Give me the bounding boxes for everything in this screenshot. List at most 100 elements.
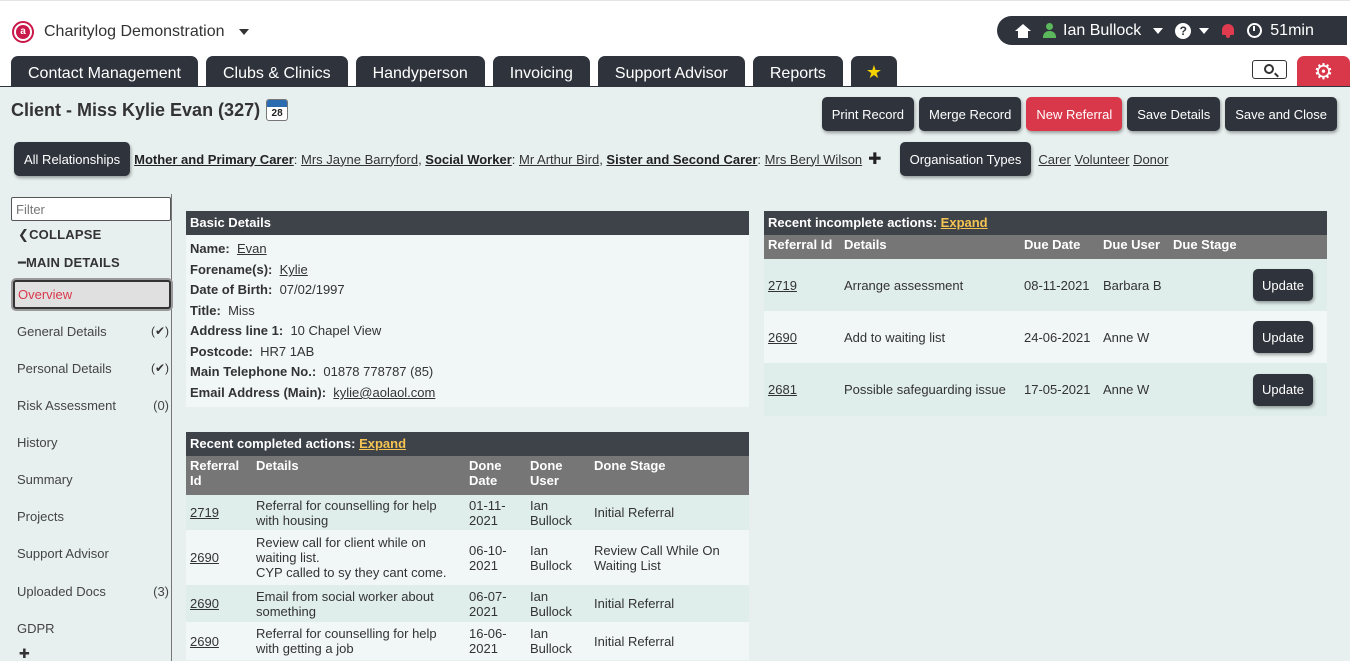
- check-icon: (✔): [150, 361, 169, 375]
- sidebar-item-support-advisor[interactable]: Support Advisor: [17, 546, 169, 561]
- column-header: Due Stage: [1169, 235, 1249, 259]
- clock-icon: [1247, 23, 1263, 38]
- referral-link[interactable]: 2690: [190, 634, 219, 649]
- email-link[interactable]: kylie@aolaol.com: [333, 385, 435, 400]
- expand-incomplete-link[interactable]: Expand: [941, 215, 988, 230]
- org-switcher[interactable]: a Charitylog Demonstration: [12, 21, 249, 43]
- org-type-link[interactable]: Volunteer: [1075, 152, 1130, 167]
- tab-reports[interactable]: Reports: [752, 56, 843, 87]
- detail-row: Postcode: HR7 1AB: [190, 344, 315, 359]
- print-record-button[interactable]: Print Record: [821, 97, 914, 131]
- search-button[interactable]: [1252, 60, 1287, 79]
- relationship-label[interactable]: Social Worker: [425, 152, 511, 167]
- sidebar-item-gdpr[interactable]: GDPR: [17, 621, 169, 636]
- table-row: 2681 Possible safeguarding issue 17-05-2…: [764, 363, 1327, 416]
- search-icon: [1264, 64, 1274, 74]
- detail-row: Forename(s): Kylie: [190, 262, 308, 277]
- org-type-link[interactable]: Carer: [1038, 152, 1071, 167]
- tab-invoicing[interactable]: Invoicing: [492, 56, 590, 87]
- settings-button[interactable]: ⚙: [1297, 56, 1350, 87]
- column-header: Done Stage: [590, 456, 749, 495]
- relationship-item: Sister and Second Carer: Mrs Beryl Wilso…: [606, 151, 863, 167]
- org-name: Charitylog Demonstration: [44, 23, 225, 40]
- collapse-toggle[interactable]: ❮COLLAPSE: [18, 227, 101, 243]
- bell-icon[interactable]: [1221, 23, 1235, 39]
- user-toolbar: Ian Bullock ? 51min: [997, 16, 1347, 45]
- table-header-row: Referral Id Details Due Date Due User Du…: [764, 235, 1327, 259]
- update-button[interactable]: Update: [1253, 269, 1313, 301]
- sidebar-item-summary[interactable]: Summary: [17, 472, 169, 487]
- detail-row: Date of Birth: 07/02/1997: [190, 282, 345, 297]
- sidebar-item-risk-assessment[interactable]: Risk Assessment (0): [17, 398, 169, 413]
- incomplete-actions-header: Recent incomplete actions: Expand: [764, 211, 1327, 235]
- chevron-down-icon: [1199, 27, 1210, 34]
- main-content: Client - Miss Kylie Evan (327) 28 Print …: [0, 86, 1350, 661]
- basic-details-panel: Name: Evan Forename(s): Kylie Date of Bi…: [186, 235, 749, 407]
- charitylog-logo-icon: a: [12, 21, 34, 43]
- table-row: 2690 Email from social worker about some…: [186, 585, 749, 622]
- sidebar-item-personal-details[interactable]: Personal Details (✔): [17, 361, 169, 376]
- referral-link[interactable]: 2681: [768, 382, 797, 397]
- update-button[interactable]: Update: [1253, 321, 1313, 353]
- save-details-button[interactable]: Save Details: [1127, 97, 1221, 131]
- detail-row: Name: Evan: [190, 241, 267, 256]
- count-badge: (3): [153, 584, 169, 599]
- tab-contact-management[interactable]: Contact Management: [11, 56, 198, 87]
- chevron-down-icon: [238, 29, 249, 35]
- column-header: Due User: [1099, 235, 1169, 259]
- sidebar-item-overview[interactable]: Overview: [13, 280, 171, 309]
- save-and-close-button[interactable]: Save and Close: [1225, 97, 1337, 131]
- expand-completed-link[interactable]: Expand: [359, 436, 406, 451]
- referral-link[interactable]: 2690: [768, 330, 797, 345]
- user-name: Ian Bullock: [1063, 21, 1142, 39]
- calendar-icon[interactable]: 28: [266, 99, 289, 121]
- tab-support-advisor[interactable]: Support Advisor: [597, 56, 745, 87]
- star-icon: ★: [865, 61, 882, 82]
- basic-details-header: Basic Details: [186, 211, 749, 235]
- merge-record-button[interactable]: Merge Record: [919, 97, 1022, 131]
- referral-link[interactable]: 2719: [768, 278, 797, 293]
- relationship-item: Social Worker: Mr Arthur Bird,: [425, 151, 607, 167]
- relationship-link[interactable]: Mrs Jayne Barryford: [301, 152, 418, 167]
- sidebar-item-uploaded-docs[interactable]: Uploaded Docs (3): [17, 584, 169, 599]
- tab-favourites[interactable]: ★: [850, 56, 897, 87]
- surname-link[interactable]: Evan: [237, 241, 267, 256]
- check-icon: (✔): [150, 324, 169, 338]
- relationship-label[interactable]: Sister and Second Carer: [606, 152, 757, 167]
- calendar-day: 28: [271, 108, 283, 119]
- relationship-label[interactable]: Mother and Primary Carer: [134, 152, 294, 167]
- count-badge: (0): [153, 398, 169, 413]
- top-bar: a Charitylog Demonstration Ian Bullock ?…: [0, 0, 1350, 87]
- sidebar-item-general-details[interactable]: General Details (✔): [17, 324, 169, 339]
- chevron-left-icon: ❮: [18, 227, 30, 242]
- tab-clubs-clinics[interactable]: Clubs & Clinics: [205, 56, 348, 87]
- referral-link[interactable]: 2719: [190, 505, 219, 520]
- main-details-section[interactable]: ━MAIN DETAILS: [18, 255, 120, 271]
- page-title: Client - Miss Kylie Evan (327) 28: [11, 99, 289, 121]
- plus-icon[interactable]: ✚: [19, 646, 30, 661]
- sidebar: ❮COLLAPSE ━MAIN DETAILS Overview General…: [0, 194, 172, 661]
- org-type-link[interactable]: Donor: [1133, 152, 1168, 167]
- organisation-types-button[interactable]: Organisation Types: [899, 142, 1032, 176]
- referral-link[interactable]: 2690: [190, 550, 219, 565]
- completed-actions-table: Referral Id Details Done Date Done User …: [186, 456, 749, 660]
- sidebar-item-projects[interactable]: Projects: [17, 509, 169, 524]
- add-relationship-icon[interactable]: ✚: [868, 149, 881, 169]
- filter-input[interactable]: [11, 197, 171, 221]
- update-button[interactable]: Update: [1253, 373, 1313, 406]
- user-icon: [1043, 23, 1056, 38]
- sidebar-item-history[interactable]: History: [17, 435, 169, 450]
- tab-handyperson[interactable]: Handyperson: [355, 56, 485, 87]
- forename-link[interactable]: Kylie: [280, 262, 308, 277]
- relationship-link[interactable]: Mr Arthur Bird: [519, 152, 599, 167]
- help-menu[interactable]: ?: [1175, 22, 1210, 39]
- referral-link[interactable]: 2690: [190, 596, 219, 611]
- column-header: Done User: [526, 456, 590, 495]
- incomplete-actions-table: Referral Id Details Due Date Due User Du…: [764, 235, 1327, 416]
- new-referral-button[interactable]: New Referral: [1026, 97, 1123, 131]
- column-header: Referral Id: [764, 235, 840, 259]
- relationship-link[interactable]: Mrs Beryl Wilson: [765, 152, 863, 167]
- all-relationships-button[interactable]: All Relationships: [14, 142, 131, 176]
- user-menu[interactable]: Ian Bullock: [1043, 21, 1164, 40]
- home-icon[interactable]: [1015, 23, 1031, 38]
